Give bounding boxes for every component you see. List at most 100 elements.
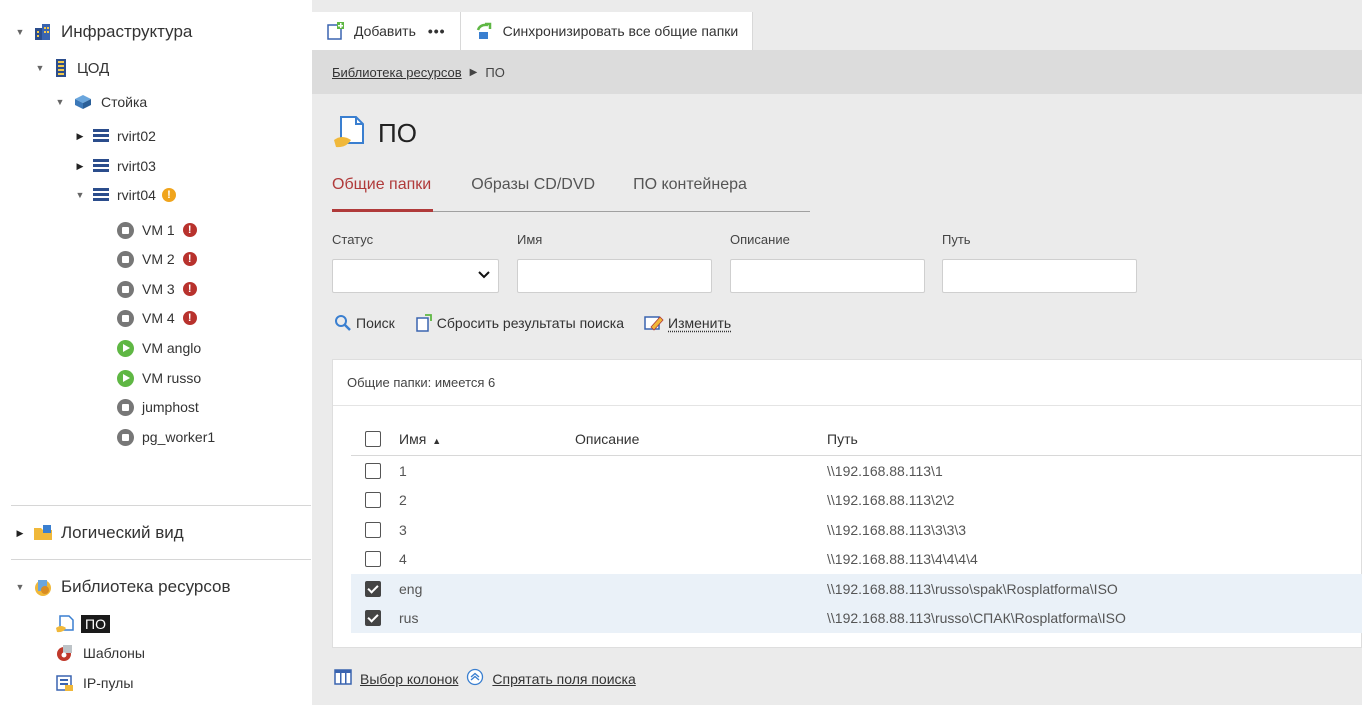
cell-name: 1 — [399, 462, 407, 479]
server-icon — [93, 188, 109, 202]
cell-path: \\192.168.88.113\3\3\3 — [827, 521, 967, 538]
table-row-selected[interactable]: rus \\192.168.88.113\russo\СПАК\Rosplatf… — [351, 603, 1362, 633]
collapse-arrow-icon[interactable]: ▼ — [35, 63, 45, 73]
column-header-description[interactable]: Описание — [575, 431, 639, 447]
column-header-name-label: Имя — [399, 430, 427, 447]
status-filter: Статус — [332, 232, 373, 252]
expand-arrow-icon[interactable]: ▶ — [75, 131, 85, 142]
row-checkbox-checked[interactable] — [365, 610, 381, 627]
tree-item-infrastructure[interactable]: ▼ Инфраструктура — [15, 20, 193, 44]
cell-name: 4 — [399, 551, 407, 568]
cell-path: \\192.168.88.113\4\4\4\4 — [827, 551, 978, 568]
tree-item-label: VM russo — [142, 370, 202, 386]
tree-item-label: VM 1 — [142, 222, 175, 238]
reset-document-icon — [415, 314, 433, 332]
vm-stopped-icon — [117, 428, 134, 446]
tree-item-label: rvirt04 — [117, 187, 156, 203]
add-document-icon — [326, 21, 346, 41]
sync-icon — [475, 21, 495, 41]
expand-arrow-icon[interactable]: ▶ — [15, 528, 25, 539]
collapse-arrow-icon[interactable]: ▼ — [15, 582, 25, 592]
column-selection-link[interactable]: Выбор колонок — [360, 671, 458, 687]
row-checkbox[interactable] — [365, 521, 381, 538]
vm-stopped-icon — [117, 398, 134, 416]
main-content: Добавить ••• Синхронизировать все общие … — [312, 0, 1362, 705]
table-footer: Выбор колонок Спрятать поля поиска — [334, 668, 644, 689]
cell-name: eng — [399, 580, 423, 597]
table-row[interactable]: 3 \\192.168.88.113\3\3\3 — [351, 515, 1362, 545]
collapse-arrow-icon[interactable]: ▼ — [55, 97, 65, 107]
row-checkbox-checked[interactable] — [365, 580, 381, 597]
tab-shared-folders[interactable]: Общие папки — [332, 170, 434, 212]
vm-running-icon — [117, 339, 134, 357]
edit-button[interactable]: Изменить — [644, 314, 731, 332]
cell-name: rus — [399, 610, 419, 627]
add-button[interactable]: Добавить ••• — [312, 12, 461, 50]
breadcrumb-link-resource-library[interactable]: Библиотека ресурсов — [332, 65, 462, 80]
description-input[interactable] — [730, 259, 925, 293]
tree-item-ip-pools[interactable]: IP-пулы — [55, 671, 133, 695]
breadcrumb-separator-icon: ▶ — [469, 66, 478, 78]
search-button[interactable]: Поиск — [334, 314, 395, 332]
sidebar-divider — [11, 559, 311, 560]
tree-item-vm[interactable]: VM anglo — [117, 336, 201, 360]
path-filter-label: Путь — [942, 232, 971, 247]
tree-item-host-rvirt04[interactable]: ▼ rvirt04 ! — [75, 183, 176, 207]
select-all-checkbox[interactable] — [365, 430, 381, 447]
row-checkbox[interactable] — [365, 462, 381, 479]
tree-item-label: IP-пулы — [83, 675, 134, 691]
tree-item-label: rvirt02 — [117, 128, 156, 144]
tree-item-vm[interactable]: VM 2 ! — [117, 247, 197, 271]
reset-search-button[interactable]: Сбросить результаты поиска — [415, 314, 624, 332]
folder-view-icon — [33, 524, 53, 542]
table-row[interactable]: 1 \\192.168.88.113\1 — [351, 456, 1362, 486]
vm-stopped-icon — [117, 309, 134, 327]
tab-cd-dvd-images[interactable]: Образы CD/DVD — [471, 170, 595, 212]
search-label: Поиск — [356, 315, 395, 331]
row-checkbox[interactable] — [365, 551, 381, 568]
tree-item-vm[interactable]: VM 4 ! — [117, 306, 197, 330]
collapse-up-icon[interactable] — [466, 668, 484, 689]
table-row[interactable]: 4 \\192.168.88.113\4\4\4\4 — [351, 545, 1362, 575]
tree-item-host-rvirt03[interactable]: ▶ rvirt03 — [75, 154, 156, 178]
tree-item-vm[interactable]: VM 3 ! — [117, 277, 197, 301]
shared-folders-table: Имя ▲ Описание Путь 1 \\192.168.88.113\1 … — [351, 422, 1362, 633]
tree-item-rack[interactable]: ▼ Стойка — [55, 90, 148, 114]
name-input[interactable] — [517, 259, 712, 293]
tree-item-resource-library[interactable]: ▼ Библиотека ресурсов — [15, 575, 231, 599]
tree-item-vm[interactable]: VM russo — [117, 366, 201, 390]
tree-item-vm[interactable]: pg_worker1 — [117, 425, 215, 449]
path-input[interactable] — [942, 259, 1137, 293]
sync-all-shared-folders-button[interactable]: Синхронизировать все общие папки — [461, 12, 754, 50]
status-filter-label: Статус — [332, 232, 374, 247]
tree-item-label: rvirt03 — [117, 158, 156, 174]
table-row-selected[interactable]: eng \\192.168.88.113\russo\spak\Rosplatf… — [351, 574, 1362, 604]
tree-item-logical-view[interactable]: ▶ Логический вид — [15, 521, 184, 545]
collapse-arrow-icon[interactable]: ▼ — [15, 27, 25, 37]
status-select[interactable] — [332, 259, 499, 293]
breadcrumb: Библиотека ресурсов ▶ ПО — [312, 50, 1362, 94]
column-header-name[interactable]: Имя ▲ — [399, 431, 441, 447]
description-filter: Описание — [730, 232, 790, 252]
vm-stopped-icon — [117, 280, 134, 298]
more-menu-button[interactable]: ••• — [428, 23, 446, 39]
tree-item-software[interactable]: ПО — [55, 612, 110, 636]
tab-container-software[interactable]: ПО контейнера — [633, 170, 747, 212]
collapse-arrow-icon[interactable]: ▼ — [75, 190, 85, 200]
expand-arrow-icon[interactable]: ▶ — [75, 161, 85, 172]
tree-item-host-rvirt02[interactable]: ▶ rvirt02 — [75, 124, 156, 148]
sidebar-divider — [11, 505, 311, 506]
table-row[interactable]: 2 \\192.168.88.113\2\2 — [351, 486, 1362, 516]
vm-running-icon — [117, 369, 134, 387]
buildings-icon — [33, 22, 53, 42]
hide-search-fields-link[interactable]: Спрятать поля поиска — [492, 671, 635, 687]
row-checkbox[interactable] — [365, 492, 381, 509]
tree-item-templates[interactable]: Шаблоны — [55, 641, 145, 665]
tree-item-vm[interactable]: VM 1 ! — [117, 218, 197, 242]
tree-item-vm[interactable]: jumphost — [117, 395, 199, 419]
templates-icon — [55, 643, 75, 663]
column-header-path[interactable]: Путь — [827, 431, 858, 447]
search-actions: Поиск Сбросить результаты поиска Изменит… — [334, 314, 751, 332]
sort-ascending-icon: ▲ — [432, 435, 442, 446]
tree-item-datacenter[interactable]: ▼ ЦОД — [35, 56, 109, 80]
